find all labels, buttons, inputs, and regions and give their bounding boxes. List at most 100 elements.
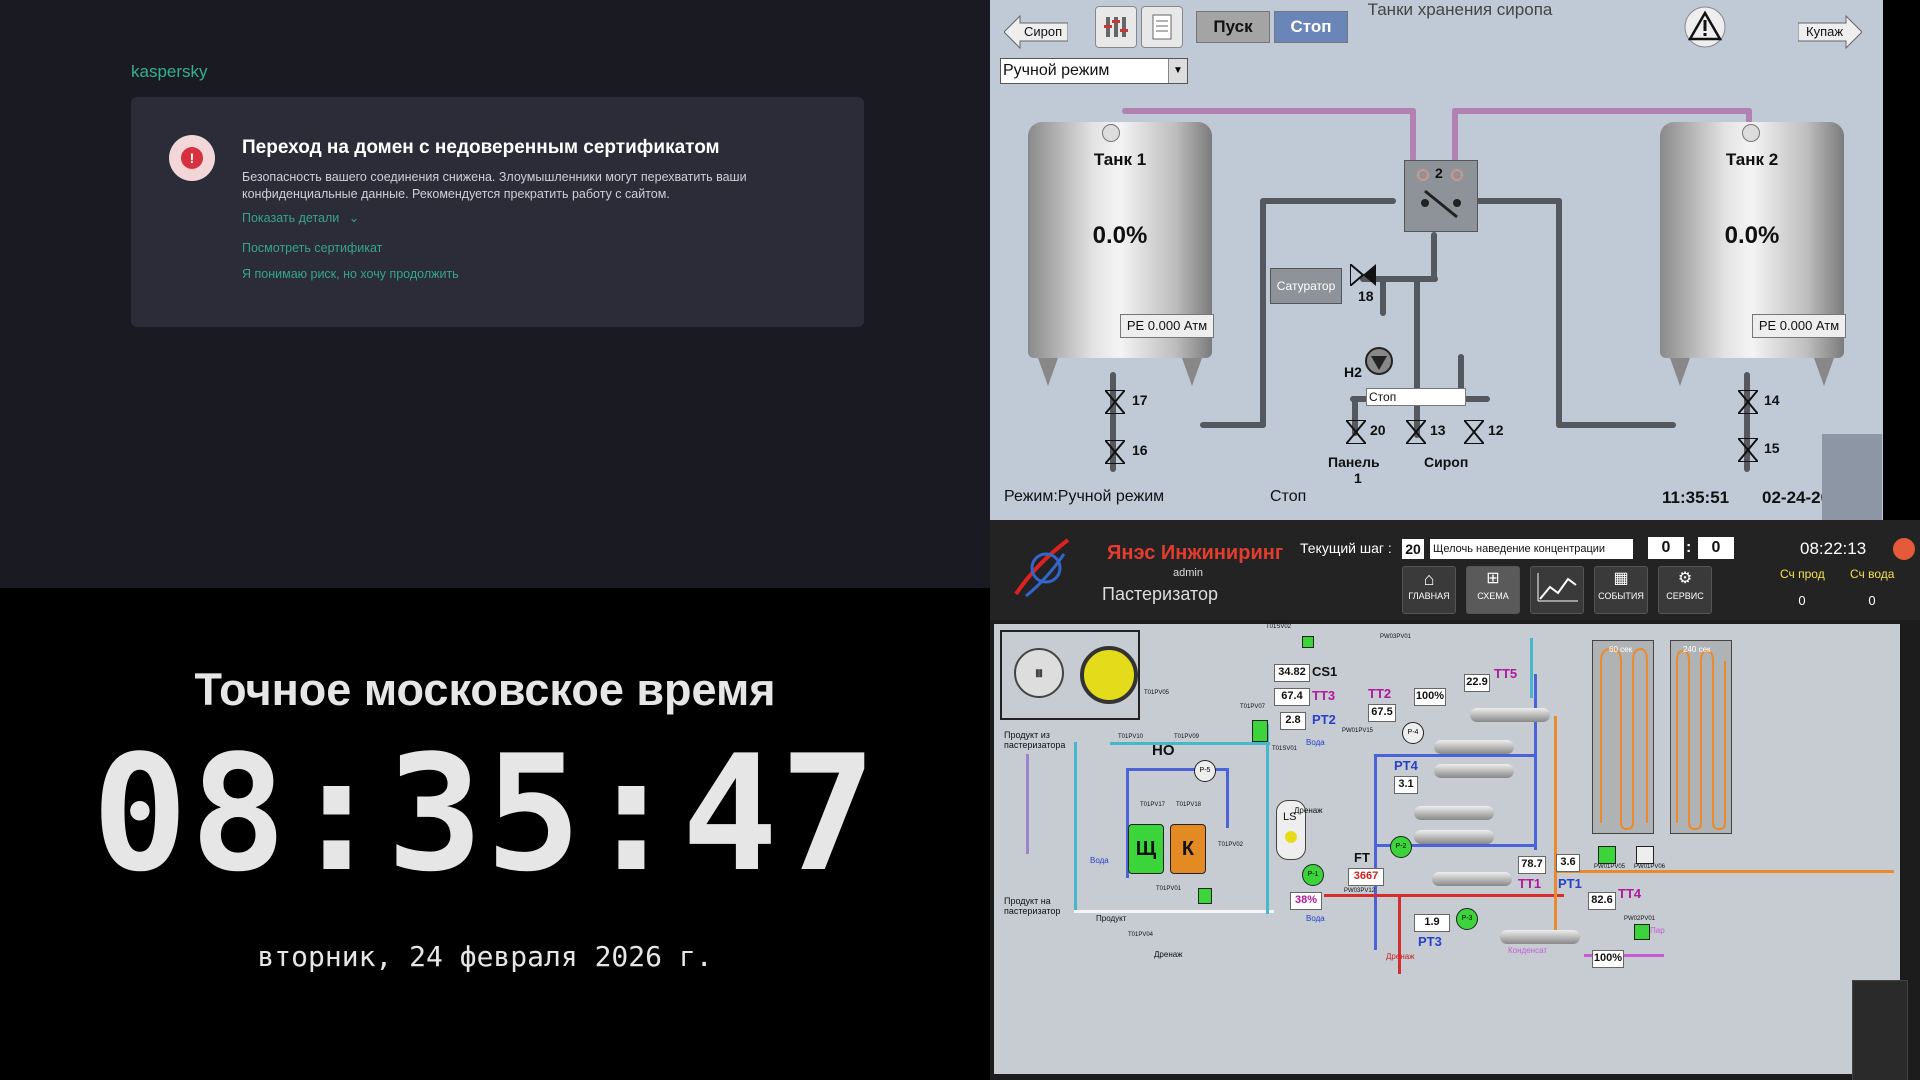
tag-t01pv09: T01PV09 — [1174, 734, 1200, 740]
saturator-button[interactable]: Сатуратор — [1270, 268, 1342, 304]
equalizer-button[interactable] — [1095, 6, 1137, 48]
water-counter-value: 0 — [1868, 593, 1876, 608]
tank-k[interactable]: К — [1170, 824, 1206, 874]
hold-tube-240: 240 сек — [1670, 640, 1732, 834]
valve-16[interactable] — [1102, 439, 1128, 468]
moscow-clock: Точное московское время 08:35:47 вторник… — [0, 588, 990, 1080]
valve-2-block[interactable]: 2 — [1404, 160, 1478, 232]
back-syrup-button[interactable]: Сироп — [1003, 14, 1069, 50]
tank-1-name: Танк 1 — [1093, 150, 1147, 169]
cs1-value: 34.82 — [1274, 664, 1310, 682]
step-label: Текущий шаг : — [1300, 540, 1392, 556]
actuator-pw01pv05[interactable] — [1598, 846, 1616, 864]
actuator-t01pv07[interactable] — [1252, 720, 1268, 742]
exclamation-icon: ! — [169, 135, 215, 181]
drain-label-2: Дренаж — [1294, 806, 1323, 815]
corner-panel — [1822, 434, 1882, 520]
mode-select[interactable]: Ручной режим ▼ — [1000, 58, 1188, 84]
warning-triangle-icon — [1684, 6, 1726, 48]
proceed-link[interactable]: Я понимаю риск, но хочу продолжить — [242, 267, 459, 281]
heat-exchanger — [1432, 872, 1512, 886]
nav-service-button[interactable]: ⚙ СЕРВИС — [1658, 566, 1712, 614]
water-label: Вода — [1090, 856, 1109, 865]
tag-pw01pv06: PW01PV06 — [1634, 864, 1666, 870]
start-button[interactable]: Пуск — [1196, 11, 1270, 43]
process-pipe — [1262, 198, 1396, 204]
pump-p2[interactable]: P-2 — [1390, 836, 1412, 858]
pt1-tag: PT1 — [1558, 876, 1582, 891]
valve-icon — [1102, 389, 1128, 415]
butterfly-valve-icon — [1349, 261, 1376, 289]
syrup-outlet-label: Сироп — [1424, 454, 1469, 470]
tag-pw01pv15: PW01PV15 — [1342, 728, 1374, 734]
nav-events-button[interactable]: ▦ СОБЫТИЯ — [1594, 566, 1648, 614]
alarm-button[interactable] — [1684, 6, 1726, 48]
nav-home-button[interactable]: ⌂ ГЛАВНАЯ — [1402, 566, 1456, 614]
chevron-down-icon: ⌄ — [348, 211, 360, 225]
step-counter-1: 0 — [1648, 537, 1684, 559]
kaspersky-logo: kaspersky — [131, 62, 208, 81]
tag-t01pv10: T01PV10 — [1118, 734, 1144, 740]
purple-pipe — [1452, 108, 1458, 162]
panel-label: Панель — [1328, 454, 1380, 470]
valve-18[interactable] — [1349, 261, 1376, 290]
pt4-value: 3.1 — [1394, 776, 1418, 794]
view-certificate-link[interactable]: Посмотреть сертификат — [242, 241, 382, 255]
purple-pipe — [1122, 108, 1416, 114]
white-line — [1074, 910, 1274, 913]
forward-kupazh-button[interactable]: Купаж — [1797, 14, 1863, 50]
tank-1-nozzle — [1102, 124, 1120, 142]
valve-18-label: 18 — [1358, 288, 1374, 304]
show-details-link[interactable]: Показать детали ⌄ — [242, 210, 359, 225]
report-button[interactable] — [1141, 6, 1183, 48]
tank-1-level: 0.0% — [1092, 222, 1148, 249]
pt1-value: 3.6 — [1556, 854, 1580, 872]
valve-15[interactable] — [1735, 437, 1761, 466]
pause-button[interactable]: ⏸ — [1014, 648, 1064, 698]
tt1-tag: TT1 — [1518, 876, 1542, 891]
status-mode: Режим:Ручной режим — [1004, 488, 1165, 505]
clock-time: 08:35:47 — [91, 720, 879, 907]
hold-tube-60: 60 сек — [1592, 640, 1654, 834]
pump-p3[interactable]: P-3 — [1456, 908, 1478, 930]
valve-13[interactable] — [1403, 419, 1429, 448]
brand-logo-icon — [1006, 534, 1076, 604]
tag-t01pv18: T01PV18 — [1176, 802, 1202, 808]
pump-h2[interactable] — [1364, 346, 1394, 376]
pump-p4[interactable]: P-4 — [1402, 722, 1424, 744]
pump-p1[interactable]: P-1 — [1302, 864, 1324, 886]
user-icon[interactable] — [1893, 538, 1915, 560]
valve-17[interactable] — [1102, 389, 1128, 418]
valve-12-label: 12 — [1488, 422, 1504, 438]
stop-button[interactable]: Стоп — [1274, 11, 1348, 43]
valve-20[interactable] — [1343, 419, 1369, 448]
pt3-value: 1.9 — [1414, 914, 1450, 932]
tank-2-nozzle — [1742, 124, 1760, 142]
tank-shch[interactable]: Щ — [1128, 824, 1164, 874]
valve-12[interactable] — [1461, 419, 1487, 448]
process-pipe — [1476, 198, 1562, 204]
orange-line — [1554, 870, 1894, 873]
pt2-tag: PT2 — [1312, 712, 1336, 727]
pause-icon: ⏸ — [1034, 663, 1044, 683]
blue-line — [1374, 754, 1377, 950]
gear-icon: ⚙ — [1677, 570, 1693, 587]
red-line — [1324, 894, 1564, 897]
nav-service-label: СЕРВИС — [1666, 591, 1704, 601]
nav-scheme-button[interactable]: ⊞ СХЕМА — [1466, 566, 1520, 614]
tag-t01sv02: T01SV02 — [1266, 624, 1292, 630]
valve-14[interactable] — [1735, 389, 1761, 418]
actuator-t01pv01[interactable] — [1198, 888, 1212, 904]
product-to-label: Продукт на пастеризатор — [1004, 896, 1061, 916]
chevron-down-icon: ▼ — [1168, 59, 1187, 83]
pt3-tag: PT3 — [1418, 934, 1442, 949]
nav-trends-button[interactable] — [1530, 566, 1584, 614]
actuator-pw02pv01[interactable] — [1634, 924, 1650, 940]
tag-t01pv17: T01PV17 — [1140, 802, 1166, 808]
pump-p5[interactable]: P-5 — [1194, 760, 1216, 782]
status-state: Стоп — [1270, 488, 1307, 505]
syrup-screen-title: Танки хранения сиропа — [1367, 0, 1553, 19]
valve-pct2-value: 100% — [1592, 950, 1624, 968]
actuator-pw01pv06[interactable] — [1636, 846, 1654, 864]
actuator-t01sv02[interactable] — [1302, 636, 1314, 648]
